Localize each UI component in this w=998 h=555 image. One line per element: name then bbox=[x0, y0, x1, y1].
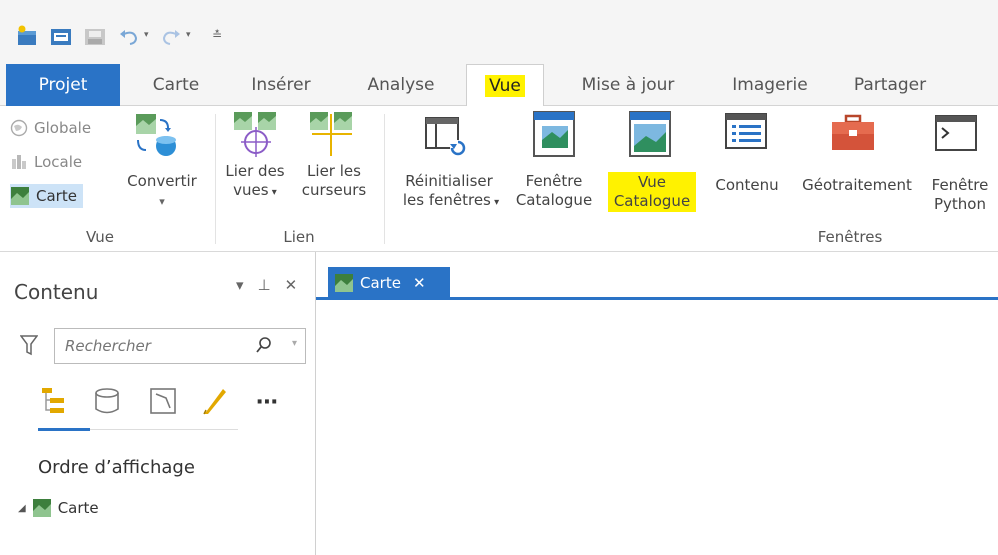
pin-icon[interactable]: ⊥ bbox=[258, 276, 271, 294]
reinitialiser-text: les fenêtres bbox=[402, 191, 491, 209]
link-views-icon[interactable] bbox=[232, 110, 282, 164]
list-by-editing-icon[interactable] bbox=[200, 386, 230, 420]
redo-dropdown-icon[interactable]: ▾ bbox=[186, 30, 196, 40]
carte-label: Carte bbox=[36, 187, 77, 205]
locale-button[interactable]: Locale bbox=[10, 150, 82, 174]
group-label-lien: Lien bbox=[283, 228, 315, 246]
tab-projet[interactable]: Projet bbox=[6, 64, 120, 106]
geoprocessing-icon[interactable] bbox=[830, 114, 876, 158]
convert-icon[interactable] bbox=[134, 112, 180, 162]
reinitialiser-label-2[interactable]: les fenêtres ▾ bbox=[394, 191, 508, 212]
locale-label: Locale bbox=[34, 153, 83, 171]
new-project-icon[interactable] bbox=[14, 24, 40, 48]
tab-analyse[interactable]: Analyse bbox=[362, 64, 440, 106]
map-icon bbox=[11, 187, 29, 205]
contents-pane: Contenu ▾ ⊥ ✕ ▾ ⋯ Ordre d’affichage ◢ Ca… bbox=[0, 252, 316, 555]
tab-carte[interactable]: Carte bbox=[146, 64, 206, 106]
fenetre-python-label-1[interactable]: Fenêtre bbox=[924, 176, 996, 195]
tab-vue-label: Vue bbox=[485, 75, 525, 97]
search-box: ▾ bbox=[54, 328, 306, 364]
search-input[interactable] bbox=[55, 329, 235, 363]
map-view-tab-bar bbox=[316, 297, 998, 300]
layer-item[interactable]: ◢ Carte bbox=[18, 498, 99, 518]
fenetre-catalogue-label-1[interactable]: Fenêtre bbox=[514, 172, 594, 191]
convertir-button[interactable]: Convertir bbox=[122, 172, 202, 191]
contents-pane-title: Contenu bbox=[14, 280, 99, 304]
carte-button[interactable]: Carte bbox=[10, 184, 83, 208]
quick-access-toolbar: ▾ ▾ ≛ bbox=[0, 0, 998, 64]
group-separator bbox=[384, 114, 385, 244]
tab-vue[interactable]: Vue bbox=[466, 64, 544, 107]
ribbon-tabs: Projet Carte Insérer Analyse Vue Mise à … bbox=[0, 64, 998, 107]
convertir-dropdown-icon[interactable]: ▾ bbox=[122, 192, 202, 211]
filter-icon[interactable] bbox=[19, 334, 39, 360]
geotraitement-button[interactable]: Géotraitement bbox=[796, 176, 918, 195]
search-icon[interactable] bbox=[255, 336, 273, 358]
customize-icon[interactable]: ≛ bbox=[212, 28, 222, 42]
list-by-drawing-order-icon[interactable] bbox=[40, 386, 70, 420]
catalog-pane-icon[interactable] bbox=[532, 110, 578, 164]
globale-button[interactable]: Globale bbox=[10, 116, 91, 140]
pane-controls: ▾ ⊥ ✕ bbox=[236, 276, 297, 294]
layer-label: Carte bbox=[57, 499, 99, 517]
pane-options-icon[interactable]: ▾ bbox=[236, 276, 244, 294]
close-tab-icon[interactable]: ✕ bbox=[413, 274, 426, 292]
active-view-indicator bbox=[38, 428, 90, 431]
expand-icon[interactable]: ◢ bbox=[18, 503, 26, 514]
group-separator bbox=[215, 114, 216, 244]
lier-des-vues-label-2[interactable]: vues ▾ bbox=[220, 181, 290, 202]
fenetre-catalogue-label-2[interactable]: Catalogue bbox=[514, 191, 594, 210]
redo-icon[interactable] bbox=[158, 24, 184, 48]
reset-panes-icon[interactable] bbox=[424, 114, 470, 164]
contenu-button[interactable]: Contenu bbox=[708, 176, 786, 195]
contents-pane-icon[interactable] bbox=[724, 112, 770, 156]
reinitialiser-label-1[interactable]: Réinitialiser bbox=[394, 172, 504, 191]
tab-inserer[interactable]: Insérer bbox=[242, 64, 320, 106]
map-view: Carte ✕ bbox=[316, 252, 998, 555]
tab-partager[interactable]: Partager bbox=[840, 64, 940, 106]
lier-les-curseurs-label-1[interactable]: Lier les bbox=[296, 162, 372, 181]
vue-catalogue-label-2[interactable]: Catalogue bbox=[608, 191, 696, 212]
globe-icon bbox=[10, 119, 28, 137]
vue-catalogue-label-1[interactable]: Vue bbox=[608, 172, 696, 193]
more-options-icon[interactable]: ⋯ bbox=[256, 390, 278, 415]
drawing-order-heading: Ordre d’affichage bbox=[38, 457, 195, 478]
map-icon bbox=[32, 499, 51, 517]
tab-imagerie[interactable]: Imagerie bbox=[724, 64, 816, 106]
undo-dropdown-icon[interactable]: ▾ bbox=[144, 30, 154, 40]
reinitialiser-dropdown-icon[interactable]: ▾ bbox=[491, 197, 499, 208]
lier-des-vues-label-1[interactable]: Lier des bbox=[220, 162, 290, 181]
save-project-icon[interactable] bbox=[82, 24, 108, 48]
map-view-tab[interactable]: Carte ✕ bbox=[328, 267, 450, 298]
map-view-tab-label: Carte bbox=[360, 273, 401, 292]
lier-des-vues-text: vues bbox=[233, 181, 269, 199]
group-label-vue: Vue bbox=[86, 228, 114, 246]
local-scene-icon bbox=[12, 155, 26, 169]
lier-les-curseurs-label-2[interactable]: curseurs bbox=[296, 181, 372, 200]
search-dropdown-icon[interactable]: ▾ bbox=[292, 338, 297, 349]
list-by-selection-icon[interactable] bbox=[148, 386, 178, 420]
fenetre-python-label-2[interactable]: Python bbox=[924, 195, 996, 214]
catalog-view-icon[interactable] bbox=[628, 110, 674, 164]
link-cursors-icon[interactable] bbox=[308, 110, 358, 164]
list-by-source-icon[interactable] bbox=[92, 386, 122, 420]
lier-vues-dropdown-icon[interactable]: ▾ bbox=[269, 187, 277, 198]
tab-mise-a-jour[interactable]: Mise à jour bbox=[566, 64, 690, 106]
undo-icon[interactable] bbox=[116, 24, 142, 48]
python-window-icon[interactable] bbox=[934, 114, 980, 158]
close-icon[interactable]: ✕ bbox=[285, 276, 298, 294]
group-label-fenetres: Fenêtres bbox=[817, 228, 883, 246]
map-icon bbox=[335, 273, 353, 292]
globale-label: Globale bbox=[34, 119, 92, 137]
ribbon-vue: Globale Locale Carte Convertir ▾ Vue Lie… bbox=[0, 106, 998, 252]
open-project-icon[interactable] bbox=[48, 24, 74, 48]
